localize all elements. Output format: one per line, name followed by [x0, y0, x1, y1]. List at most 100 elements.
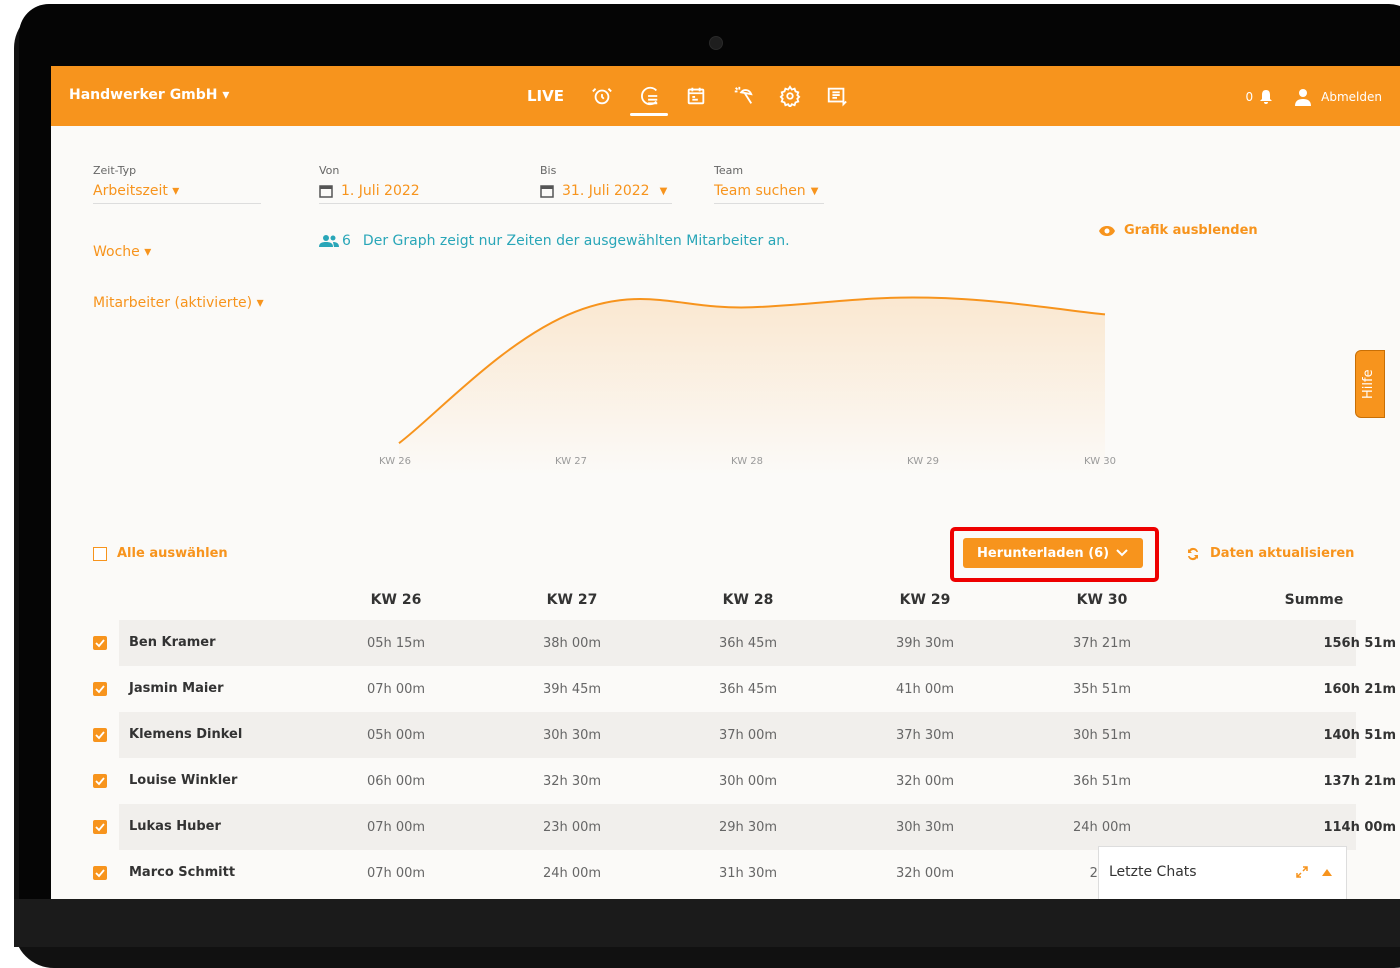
to-date-filter[interactable]: Bis 31. Juli 2022 ▼ — [540, 164, 672, 204]
beach-umbrella-icon — [734, 86, 753, 104]
team-caret-icon: ▼ — [810, 185, 819, 197]
to-date-caret-icon: ▼ — [659, 185, 668, 197]
to-date-value: 31. Juli 2022 — [562, 183, 650, 199]
selected-employee-count: 6 — [342, 233, 351, 249]
team-label: Team — [714, 164, 744, 177]
x-tick-kw27: KW 27 — [555, 456, 587, 467]
hours-cell: 36h 51m — [1072, 774, 1132, 789]
hours-cell: 38h 00m — [542, 636, 602, 651]
select-all[interactable]: Alle auswählen — [93, 546, 228, 561]
table-row: Ben Kramer 05h 15m 38h 00m 36h 45m 39h 30m 37… — [51, 620, 1400, 666]
gear-icon — [779, 85, 801, 107]
time-type-value[interactable]: Arbeitszeit ▾ — [93, 183, 261, 199]
camera — [709, 36, 723, 50]
time-type-underline — [93, 203, 261, 204]
recent-chats-title: Letzte Chats — [1109, 864, 1197, 880]
tablet-bottom-bezel — [14, 899, 1400, 947]
logout-link[interactable]: Abmelden — [1321, 90, 1382, 104]
employee-selector[interactable]: Mitarbeiter (aktivierte) ▾ — [93, 295, 264, 311]
user-area: 0 Abmelden — [1246, 88, 1382, 106]
nav-clock[interactable] — [591, 66, 613, 126]
user-avatar-icon — [1295, 89, 1312, 106]
nav-calendar[interactable] — [685, 66, 707, 126]
employee-name: Lukas Huber — [129, 819, 221, 834]
hours-cell: 31h 30m — [718, 866, 778, 881]
column-header-kw28: KW 28 — [722, 592, 774, 608]
check-icon — [95, 869, 105, 878]
row-checkbox[interactable] — [93, 774, 107, 788]
calendar-icon — [687, 87, 705, 105]
hours-cell: 37h 21m — [1072, 636, 1132, 651]
refresh-icon — [1188, 547, 1198, 560]
hours-cell: 39h 30m — [895, 636, 955, 651]
select-all-label: Alle auswählen — [117, 546, 228, 561]
download-button[interactable]: Herunterladen (6) — [963, 538, 1143, 568]
row-checkbox[interactable] — [93, 728, 107, 742]
team-search-field[interactable]: Team suchen ▼ — [714, 183, 824, 199]
nav-settings[interactable] — [779, 66, 801, 126]
from-date-filter[interactable]: Von 1. Juli 2022 — [319, 164, 541, 204]
calendar-icon — [540, 185, 554, 198]
check-icon — [95, 823, 105, 832]
top-navigation-bar: Handwerker GmbH ▾ LIVE 0 Abmelden — [51, 66, 1400, 126]
hours-cell: 05h 00m — [366, 728, 426, 743]
hours-cell: 32h 00m — [895, 774, 955, 789]
company-selector[interactable]: Handwerker GmbH ▾ — [69, 87, 229, 103]
main-nav: LIVE — [527, 66, 873, 126]
hours-cell: 30h 30m — [895, 820, 955, 835]
table-row: Louise Winkler 06h 00m 32h 30m 30h 00m 32h 0… — [51, 758, 1400, 804]
row-checkbox[interactable] — [93, 636, 107, 650]
nav-live[interactable]: LIVE — [527, 66, 564, 126]
row-checkbox[interactable] — [93, 820, 107, 834]
expand-icon[interactable] — [1296, 866, 1308, 878]
hours-cell: 06h 00m — [366, 774, 426, 789]
team-filter[interactable]: Team Team suchen ▼ — [714, 164, 824, 204]
from-label: Von — [319, 164, 340, 177]
recent-chats-panel[interactable]: Letzte Chats — [1098, 846, 1347, 899]
to-date-field[interactable]: 31. Juli 2022 ▼ — [540, 183, 672, 199]
check-icon — [95, 731, 105, 740]
hide-chart-toggle[interactable]: Grafik ausblenden — [1098, 223, 1258, 238]
sum-cell: 137h 21m — [1323, 774, 1396, 789]
week-selector[interactable]: Woche ▾ — [93, 244, 151, 260]
column-header-kw26: KW 26 — [370, 592, 422, 608]
table-row: Klemens Dinkel 05h 00m 30h 30m 37h 00m 37h 3… — [51, 712, 1400, 758]
row-checkbox[interactable] — [93, 866, 107, 880]
employee-name: Louise Winkler — [129, 773, 238, 788]
select-all-checkbox[interactable] — [93, 546, 107, 561]
employee-name: Marco Schmitt — [129, 865, 236, 880]
from-date-field[interactable]: 1. Juli 2022 — [319, 183, 541, 199]
work-hours-chart — [398, 296, 1106, 476]
row-checkbox[interactable] — [93, 682, 107, 696]
notification-count: 0 — [1245, 90, 1254, 104]
graph-info: 6 Der Graph zeigt nur Zeiten der ausgewä… — [319, 233, 790, 249]
chart-area-fill — [399, 297, 1105, 476]
nav-reports[interactable] — [630, 66, 668, 126]
help-tab-label: Hilfe — [1361, 369, 1376, 399]
help-tab[interactable]: Hilfe — [1355, 350, 1385, 418]
calendar-icon — [319, 185, 333, 198]
x-tick-kw28: KW 28 — [731, 456, 763, 467]
message-list-icon — [827, 87, 847, 107]
nav-vacation[interactable] — [732, 66, 754, 126]
to-label: Bis — [540, 164, 557, 177]
alarm-clock-icon — [592, 88, 612, 105]
sum-cell: 114h 00m — [1323, 820, 1396, 835]
hours-cell: 24h 00m — [542, 866, 602, 881]
time-type-filter[interactable]: Zeit-Typ Arbeitszeit ▾ — [93, 164, 261, 204]
team-search-value: Team suchen — [714, 183, 806, 199]
team-underline — [714, 203, 824, 204]
hide-chart-label: Grafik ausblenden — [1124, 223, 1258, 238]
check-icon — [95, 685, 105, 694]
app-screen: Handwerker GmbH ▾ LIVE 0 Abmelden Zeit-T… — [51, 66, 1400, 899]
hours-cell: 32h 00m — [895, 866, 955, 881]
bell-icon[interactable] — [1259, 89, 1273, 105]
refresh-label: Daten aktualisieren — [1210, 546, 1355, 561]
employee-name: Ben Kramer — [129, 635, 216, 650]
employee-name: Klemens Dinkel — [129, 727, 243, 742]
nav-messages[interactable] — [826, 66, 848, 126]
refresh-data-button[interactable]: Daten aktualisieren — [1186, 546, 1354, 561]
hours-cell: 07h 00m — [366, 866, 426, 881]
hours-cell: 30h 00m — [718, 774, 778, 789]
collapse-arrow-icon[interactable] — [1322, 869, 1332, 876]
